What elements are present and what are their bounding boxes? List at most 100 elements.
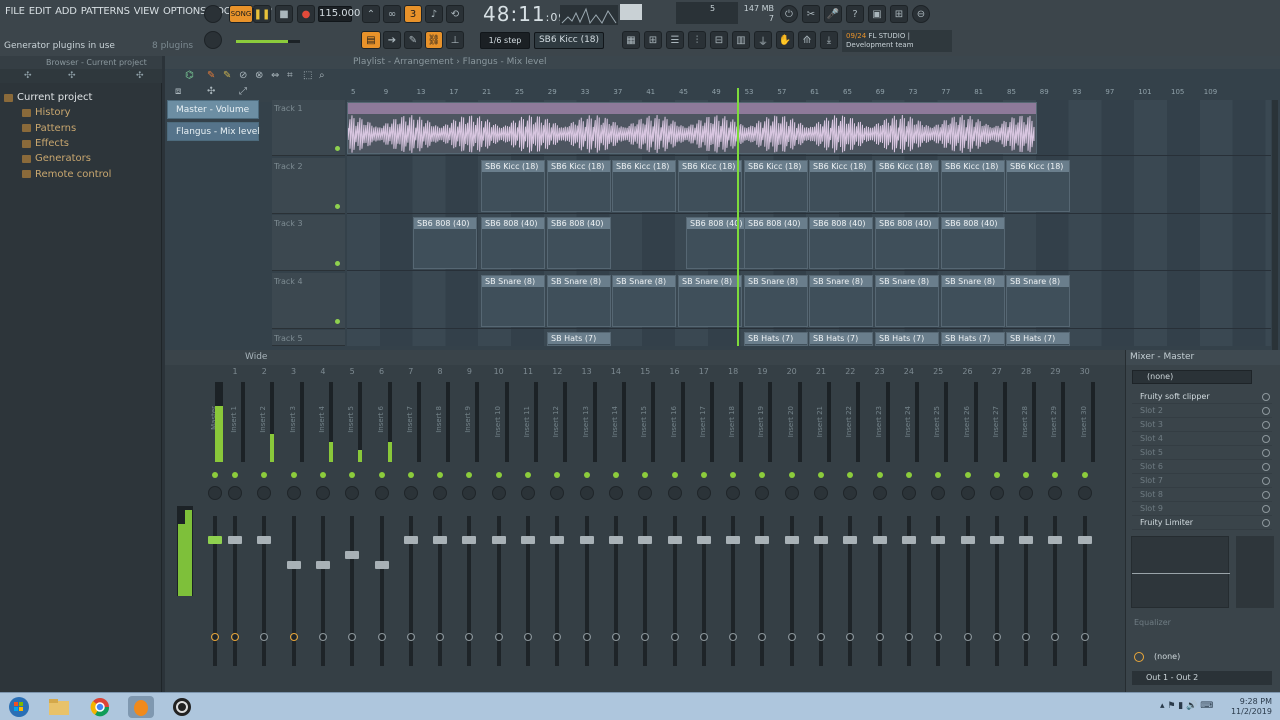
- route-switch-icon[interactable]: [934, 633, 943, 641]
- pattern-clip[interactable]: SB6 Kicc (18): [481, 159, 545, 212]
- pan-knob[interactable]: [462, 486, 477, 500]
- pattern-clip[interactable]: SB Snare (8): [481, 274, 545, 327]
- insert-active-led[interactable]: [730, 472, 737, 478]
- timeline-ruler[interactable]: 5 9 13 17 21 25 29 33 37 41 45 49 53 57 61 65 69 73 77 81 85…: [347, 88, 1271, 98]
- browser-item-current-project[interactable]: Current project: [4, 90, 158, 105]
- fader-cap[interactable]: [462, 536, 477, 544]
- fader-cap[interactable]: [1077, 536, 1092, 544]
- pattern-clip[interactable]: SB6 808 (40): [875, 217, 939, 269]
- fader-cap[interactable]: [931, 536, 946, 544]
- pan-knob[interactable]: [1077, 486, 1092, 500]
- pan-knob[interactable]: [872, 486, 887, 500]
- pan-knob[interactable]: [228, 486, 242, 500]
- mixer-insert-28[interactable]: 28 Insert 28: [1012, 366, 1040, 686]
- route-switch-icon[interactable]: [963, 633, 972, 641]
- fader-cap[interactable]: [696, 536, 711, 544]
- fader-cap[interactable]: [579, 536, 594, 544]
- pattern-song-knob[interactable]: [204, 5, 222, 23]
- pan-knob[interactable]: [755, 486, 770, 500]
- insert-active-led[interactable]: [964, 472, 971, 478]
- insert-active-led[interactable]: [583, 472, 590, 478]
- volume-fader[interactable]: [379, 516, 384, 666]
- pattern-clip[interactable]: SB6 Kicc (18): [744, 159, 808, 212]
- route-switch-icon[interactable]: [211, 633, 219, 641]
- pattern-clip[interactable]: SB6 Kicc (18): [547, 159, 611, 212]
- system-clock[interactable]: 9:28 PM 11/2/2019: [1231, 697, 1272, 717]
- fader-cap[interactable]: [345, 551, 360, 559]
- pan-knob[interactable]: [374, 486, 389, 500]
- insert-active-led[interactable]: [759, 472, 766, 478]
- insert-active-led[interactable]: [642, 472, 649, 478]
- slot-enable-icon[interactable]: [1262, 449, 1270, 457]
- fader-cap[interactable]: [374, 561, 389, 569]
- route-switch-icon[interactable]: [524, 633, 532, 641]
- insert-active-led[interactable]: [319, 472, 326, 478]
- mixer-insert-5[interactable]: 5 Insert 5: [338, 366, 366, 686]
- fader-cap[interactable]: [960, 536, 975, 544]
- effect-slot-9[interactable]: Slot 9: [1132, 502, 1272, 516]
- fader-cap[interactable]: [315, 561, 330, 569]
- download-icon[interactable]: ⤓: [820, 31, 838, 49]
- insert-active-led[interactable]: [261, 472, 268, 478]
- fader-cap[interactable]: [608, 536, 623, 544]
- pan-knob[interactable]: [784, 486, 799, 500]
- route-switch-icon[interactable]: [377, 633, 386, 641]
- route-switch-icon[interactable]: [289, 633, 298, 641]
- file-explorer-icon[interactable]: [46, 696, 72, 718]
- browser-header[interactable]: Browser - Current project: [0, 56, 162, 69]
- mixer-view-mode[interactable]: Wide: [165, 350, 1280, 365]
- track-header-1[interactable]: Track 1: [272, 100, 345, 156]
- mixer-insert-26[interactable]: 26 Insert 26: [954, 366, 982, 686]
- send-select[interactable]: (none): [1132, 650, 1272, 664]
- fader-cap[interactable]: [286, 561, 301, 569]
- mixer-insert-6[interactable]: 6 Insert 6: [368, 366, 396, 686]
- slot-enable-icon[interactable]: [1262, 491, 1270, 499]
- automation-clip-1[interactable]: Master - Volume: [167, 100, 259, 119]
- countdown-icon[interactable]: 3: [404, 5, 422, 23]
- master-panel-title[interactable]: Mixer - Master: [1126, 350, 1280, 365]
- route-switch-icon[interactable]: [1051, 633, 1060, 641]
- route-switch-icon[interactable]: [465, 633, 474, 641]
- pattern-clip[interactable]: SB Snare (8): [678, 274, 742, 327]
- insert-active-led[interactable]: [993, 472, 1000, 478]
- mixer-insert-15[interactable]: 15 Insert 15: [631, 366, 659, 686]
- mixer-insert-4[interactable]: 4 Insert 4: [309, 366, 337, 686]
- fader-cap[interactable]: [491, 536, 506, 544]
- help-icon[interactable]: ?: [846, 5, 864, 23]
- effect-slot-3[interactable]: Slot 3: [1132, 418, 1272, 432]
- browser-item-remote-control[interactable]: Remote control: [4, 166, 158, 181]
- eq-faders[interactable]: [1236, 536, 1274, 608]
- equalizer-graph[interactable]: [1131, 536, 1230, 608]
- slot-enable-icon[interactable]: [1262, 519, 1270, 527]
- insert-active-led[interactable]: [349, 472, 356, 478]
- effect-slot-5[interactable]: Slot 5: [1132, 446, 1272, 460]
- fader-cap[interactable]: [726, 536, 741, 544]
- route-switch-icon[interactable]: [846, 633, 855, 641]
- slot-enable-icon[interactable]: [1262, 463, 1270, 471]
- insert-active-led[interactable]: [437, 472, 444, 478]
- mixer-insert-25[interactable]: 25 Insert 25: [924, 366, 952, 686]
- pattern-clip[interactable]: SB Hats (7): [1006, 332, 1070, 346]
- pan-knob[interactable]: [521, 486, 535, 500]
- track-header-2[interactable]: Track 2: [272, 157, 345, 214]
- pan-knob[interactable]: [403, 486, 418, 500]
- route-switch-icon[interactable]: [875, 633, 884, 641]
- pattern-select[interactable]: SB6 Kicc (18): [534, 32, 604, 49]
- mixer-insert-13[interactable]: 13 Insert 13: [573, 366, 601, 686]
- mixer-insert-24[interactable]: 24 Insert 24: [895, 366, 923, 686]
- route-switch-icon[interactable]: [494, 633, 503, 641]
- project-icon[interactable]: ▥: [732, 31, 750, 49]
- snap-step-select[interactable]: 1/6 step: [480, 32, 530, 49]
- mixer-insert-12[interactable]: 12 Insert 12: [543, 366, 571, 686]
- wait-input-icon[interactable]: ∞: [383, 5, 401, 23]
- blend-notes-icon[interactable]: ♪: [425, 5, 443, 23]
- route-switch-icon[interactable]: [758, 633, 767, 641]
- pattern-clip[interactable]: SB Snare (8): [744, 274, 808, 327]
- pattern-clip[interactable]: SB6 Kicc (18): [941, 159, 1005, 212]
- slot-enable-icon[interactable]: [1262, 421, 1270, 429]
- magnet-icon[interactable]: ⌬: [185, 70, 194, 81]
- chrome-icon[interactable]: [87, 696, 113, 718]
- insert-active-led[interactable]: [212, 472, 218, 478]
- mixer-insert-20[interactable]: 20 Insert 20: [778, 366, 806, 686]
- fader-cap[interactable]: [550, 536, 565, 544]
